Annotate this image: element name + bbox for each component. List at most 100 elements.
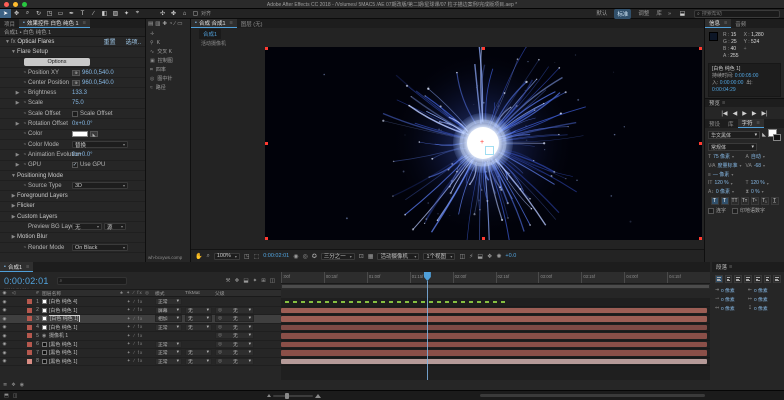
transport-button-0[interactable]: |◀ <box>721 110 727 117</box>
composition-canvas[interactable]: + <box>265 47 702 240</box>
layer-duration-bar[interactable] <box>281 308 707 314</box>
exposure-value[interactable]: +0.0 <box>505 253 516 259</box>
timeline-mode-icon-4[interactable]: ⊞ <box>261 278 266 284</box>
align-button-0[interactable] <box>715 275 723 283</box>
mini-top-icon-2[interactable]: ✚ <box>162 21 167 27</box>
viewer-timecode[interactable]: 0:00:02:01 <box>263 253 289 259</box>
share-icon[interactable]: ⬓ <box>677 9 688 18</box>
eyedropper-icon[interactable]: ◣ <box>762 132 766 138</box>
snapshot-icon[interactable]: ◉ <box>293 253 298 260</box>
paragraph-field-1[interactable]: ⇤0 像素 <box>748 287 781 294</box>
mini-top-icon-0[interactable]: ▤ <box>148 21 153 27</box>
zoom-slider-handle[interactable] <box>285 393 289 399</box>
stopwatch-icon[interactable]: ◔ <box>21 245 28 251</box>
effect-row-12[interactable]: ▶◔GPU✓ Use GPU <box>0 161 145 171</box>
blend-mode-select[interactable]: 屏幕▾ <box>155 307 182 314</box>
layer-switches[interactable]: ✦ ∕ fx <box>115 307 155 313</box>
channels-icon[interactable]: ✪ <box>312 253 317 260</box>
dropdown[interactable]: 源▾ <box>104 223 126 230</box>
faux-style-button-4[interactable]: T¹ <box>751 197 759 205</box>
blend-mode-select[interactable]: 正常▾ <box>155 341 182 348</box>
panel-menu-icon[interactable]: ≡ <box>83 20 86 26</box>
tool-icon-5[interactable]: ▭ <box>55 9 66 18</box>
stopwatch-icon[interactable]: ◔ <box>21 183 28 189</box>
timeline-mode-icon-1[interactable]: ❖ <box>234 278 239 284</box>
layer-handle[interactable] <box>265 237 268 240</box>
tool-icon-10[interactable]: ▨ <box>110 9 121 18</box>
label-color-swatch[interactable] <box>25 325 33 330</box>
zoom-in-mountain-icon[interactable] <box>315 394 321 398</box>
effect-row-14[interactable]: ◔Source Type3D▾ <box>0 181 145 191</box>
workspace-调整[interactable]: 调整 <box>638 9 649 19</box>
tool-icon-1[interactable]: ✥ <box>11 9 22 18</box>
zoom-out-mountain-icon[interactable] <box>267 394 271 397</box>
font-family-select[interactable]: 华文黑体▾ <box>708 131 760 139</box>
eye-icon[interactable]: ◉ <box>0 324 9 330</box>
layer-name[interactable]: [白色 纯色 1] <box>49 324 115 331</box>
effect-row-5[interactable]: ▶◔Brightness 133.3 <box>0 88 145 98</box>
tab-composition[interactable]: ▪合成 合成1 ≡ <box>191 19 237 28</box>
layer-name[interactable]: [白色 纯色 4] <box>49 298 115 305</box>
tool-icon-9[interactable]: ◧ <box>99 9 110 18</box>
layer-name[interactable]: [黑色 纯色 1] <box>49 349 115 356</box>
mini-item-6[interactable]: ≈路径 <box>146 83 190 92</box>
panel-menu-icon[interactable]: ≡ <box>724 20 727 26</box>
hand-icon[interactable]: ✋ <box>195 253 202 260</box>
dropdown[interactable]: 无▾ <box>72 223 102 230</box>
layer-handle[interactable] <box>699 47 702 50</box>
panel-menu-icon[interactable]: ≡ <box>729 264 732 270</box>
checkbox[interactable]: ✓ <box>72 162 78 168</box>
fill-stroke-swatches[interactable] <box>768 129 781 141</box>
zoom-select[interactable]: 100%▾ <box>214 253 240 260</box>
expand-layers-icon[interactable]: ≣ <box>3 382 7 388</box>
stopwatch-icon[interactable]: ◔ <box>21 162 28 168</box>
panel-menu-icon[interactable]: ≡ <box>722 100 725 106</box>
faux-style-button-3[interactable]: Tᴛ <box>741 197 749 205</box>
stopwatch-icon[interactable]: ◔ <box>21 111 28 117</box>
layer-name[interactable]: [黑色 纯色 1] <box>49 341 115 348</box>
tool-icon-12[interactable]: ⌖ <box>132 9 143 18</box>
trkmat-select[interactable]: 无▾ <box>185 349 212 356</box>
panel-menu-icon[interactable]: ≡ <box>26 264 29 270</box>
property-value[interactable]: 960.0,540.0 <box>82 70 114 76</box>
property-value[interactable]: 133.3 <box>72 90 87 96</box>
workspace-overflow[interactable]: » <box>668 11 671 17</box>
character-checkbox-0[interactable] <box>708 208 714 214</box>
trkmat-select[interactable]: 无▾ <box>185 358 212 365</box>
rulers-icon[interactable]: ◳ <box>244 253 250 260</box>
camera-select[interactable]: 活动摄像机▾ <box>377 253 419 260</box>
tab-audio[interactable]: 音频 <box>731 19 750 28</box>
show-snapshot-icon[interactable]: ◎ <box>302 253 307 260</box>
options-button[interactable]: Options <box>24 58 90 66</box>
tool-icon-6[interactable]: ✒ <box>66 9 77 18</box>
tab-effect-controls[interactable]: ▪效果控件 白色 纯色 1 ≡ <box>19 19 90 28</box>
mini-top-icon-3[interactable]: ◔ <box>169 21 172 27</box>
layer-row-5[interactable]: ◉ 5 ◉ 摄像机 1 ✦ ∕ fx ◎无▾ <box>0 332 281 341</box>
label-color-swatch[interactable] <box>25 350 33 355</box>
mask-visibility-icon[interactable]: ▢ <box>190 9 201 18</box>
options-link[interactable]: 选项.. <box>126 37 141 46</box>
position-picker-icon[interactable]: ⊕ <box>72 80 80 86</box>
tab-character[interactable]: 字符≡ <box>738 119 764 128</box>
layer-switches[interactable]: ✦ ∕ fx <box>115 358 155 364</box>
eye-icon[interactable]: ◉ <box>0 333 9 339</box>
faux-style-button-6[interactable]: T̲ <box>771 197 779 205</box>
exposure-icon[interactable]: ✺ <box>496 253 501 260</box>
layer-duration-bar[interactable] <box>281 316 707 322</box>
tool-icon-11[interactable]: ✦ <box>121 9 132 18</box>
layer-switches[interactable]: ✦ ∕ fx <box>115 350 155 356</box>
timeline-icon[interactable]: ⬓ <box>477 253 483 260</box>
transport-button-1[interactable]: ◀ <box>733 110 738 117</box>
eye-icon[interactable]: ◉ <box>0 307 9 313</box>
resolution-select[interactable]: 三分之一▾ <box>321 253 355 260</box>
label-color-swatch[interactable] <box>25 308 33 313</box>
layer-duration-bar[interactable] <box>281 359 707 365</box>
tab-project[interactable]: 项目 <box>0 19 19 28</box>
eye-icon[interactable]: ◉ <box>0 341 9 347</box>
mini-item-2[interactable]: ∿交叉 K <box>146 47 190 56</box>
layer-name[interactable]: 摄像机 1 <box>49 332 115 339</box>
color-swatch[interactable] <box>72 131 88 137</box>
magnify-icon[interactable]: ⌕ <box>206 253 209 260</box>
timeline-ruler[interactable]: :00f00:15f01:00f01:15f02:00f02:15f03:00f… <box>281 272 710 284</box>
blend-mode-select[interactable]: 正常▾ <box>155 358 182 365</box>
